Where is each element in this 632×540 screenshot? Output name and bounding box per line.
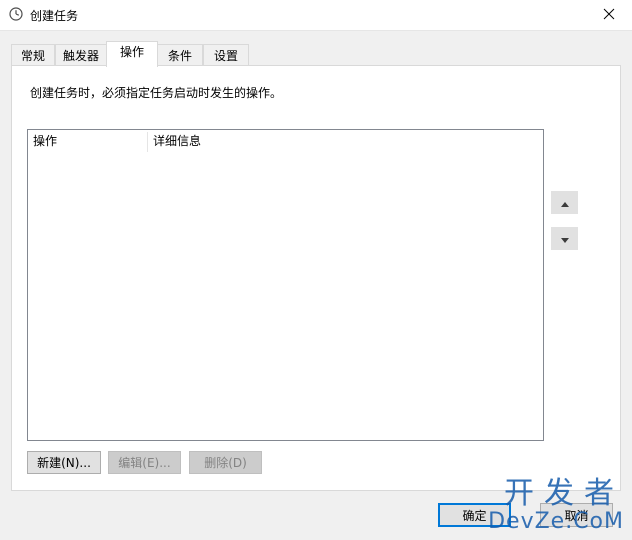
new-action-button[interactable]: 新建(N)... (27, 451, 101, 474)
tab-label: 操作 (119, 45, 144, 59)
tab-label: 触发器 (62, 48, 99, 63)
tab-conditions[interactable]: 条件 (157, 44, 203, 65)
close-button[interactable] (586, 0, 632, 30)
column-header-action[interactable]: 操作 (28, 130, 147, 152)
actions-list[interactable]: 操作 详细信息 (27, 129, 544, 441)
triangle-down-icon (560, 232, 569, 246)
actions-panel: 创建任务时，必须指定任务启动时发生的操作。 操作 详细信息 新建(N)... 编… (11, 65, 621, 491)
actions-description: 创建任务时，必须指定任务启动时发生的操作。 (30, 86, 283, 100)
tab-general[interactable]: 常规 (11, 44, 55, 65)
tab-triggers[interactable]: 触发器 (55, 44, 107, 65)
triangle-up-icon (560, 196, 569, 210)
clock-icon (9, 7, 23, 21)
tab-settings[interactable]: 设置 (203, 44, 249, 65)
list-header: 操作 详细信息 (28, 130, 543, 152)
close-icon (603, 8, 615, 23)
column-header-details[interactable]: 详细信息 (148, 130, 348, 152)
delete-action-button[interactable]: 删除(D) (189, 451, 262, 474)
tab-label: 常规 (20, 48, 45, 63)
move-up-button[interactable] (551, 191, 578, 214)
window-title: 创建任务 (30, 9, 79, 23)
tab-actions[interactable]: 操作 (106, 41, 158, 67)
edit-action-button[interactable]: 编辑(E)... (108, 451, 181, 474)
title-bar: 创建任务 (0, 0, 632, 31)
tab-label: 设置 (213, 48, 238, 63)
move-down-button[interactable] (551, 227, 578, 250)
ok-button[interactable]: 确定 (438, 503, 511, 527)
tab-label: 条件 (167, 48, 192, 63)
cancel-button[interactable]: 取消 (540, 503, 613, 527)
